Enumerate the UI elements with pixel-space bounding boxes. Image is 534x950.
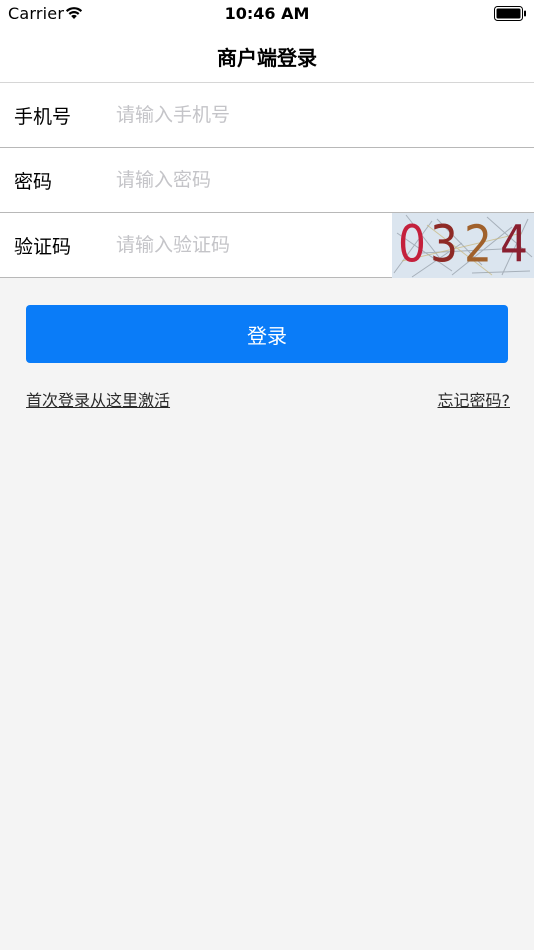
status-bar: Carrier 10:46 AM (0, 0, 534, 30)
status-time: 10:46 AM (224, 4, 310, 23)
phone-row: 手机号 (0, 83, 534, 148)
phone-label: 手机号 (14, 106, 72, 128)
forgot-password-link[interactable]: 忘记密码? (438, 387, 511, 411)
page-title: 商户端登录 (217, 46, 317, 70)
captcha-digit: 2 (464, 215, 492, 274)
password-row: 密码 (0, 148, 534, 213)
battery-icon (494, 6, 527, 25)
captcha-digit: 4 (500, 215, 528, 274)
activate-link[interactable]: 首次登录从这里激活 (26, 387, 170, 411)
phone-input[interactable] (116, 97, 386, 133)
captcha-row: 验证码 请输入验证码 0 3 2 4 (0, 213, 534, 278)
captcha-image[interactable]: 0 3 2 4 (392, 213, 534, 278)
captcha-digit: 0 (398, 215, 426, 274)
login-form: 手机号 密码 验证码 (0, 83, 534, 278)
navigation-bar: 商户端登录 (0, 30, 534, 83)
login-button[interactable]: 登录 (26, 305, 508, 363)
captcha-label: 验证码 (14, 236, 72, 258)
captcha-input[interactable] (116, 227, 376, 263)
password-input[interactable] (116, 162, 386, 198)
captcha-digit: 3 (430, 215, 458, 274)
password-label: 密码 (14, 171, 53, 193)
